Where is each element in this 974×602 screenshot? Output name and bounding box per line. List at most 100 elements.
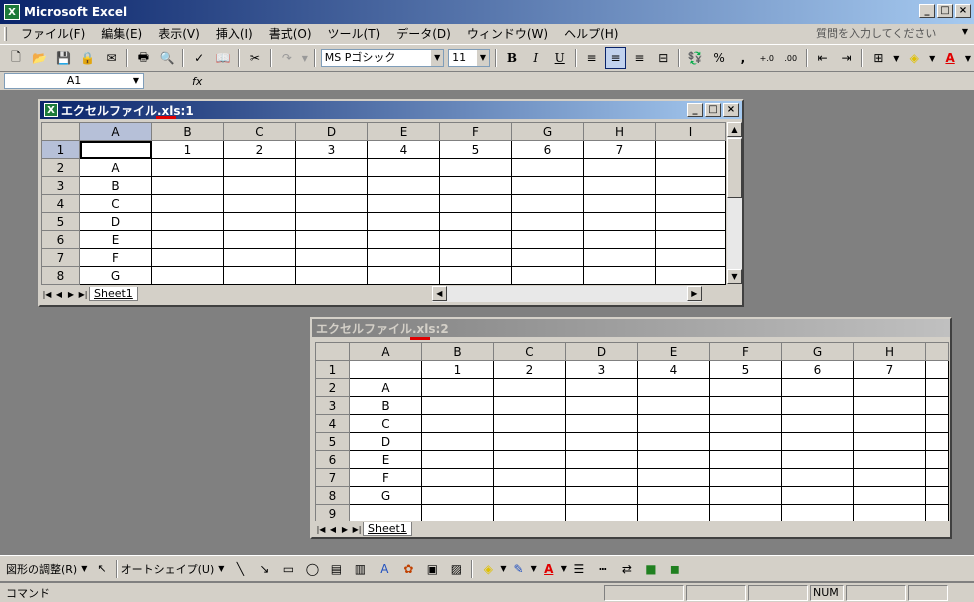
- row-header[interactable]: 3: [41, 176, 80, 195]
- scroll-left-icon[interactable]: ◀: [431, 286, 447, 301]
- column-header[interactable]: B: [421, 342, 494, 361]
- cell[interactable]: [79, 140, 152, 159]
- redo-dropdown-icon[interactable]: ▼: [300, 47, 310, 69]
- cell[interactable]: [781, 432, 854, 451]
- scroll-up-icon[interactable]: ▲: [727, 122, 742, 137]
- open-icon[interactable]: 📂: [29, 47, 51, 69]
- maximize-button[interactable]: □: [705, 103, 721, 117]
- cell[interactable]: F: [349, 468, 422, 487]
- next-sheet-icon[interactable]: ▶: [339, 525, 351, 534]
- cell[interactable]: 5: [709, 360, 782, 379]
- cell[interactable]: [583, 248, 656, 267]
- minimize-button[interactable]: _: [687, 103, 703, 117]
- cell[interactable]: [493, 450, 566, 469]
- cell[interactable]: [421, 450, 494, 469]
- cell[interactable]: [223, 212, 296, 231]
- cell[interactable]: [511, 230, 584, 249]
- cell[interactable]: [583, 194, 656, 213]
- cell[interactable]: [421, 504, 494, 523]
- chevron-down-icon[interactable]: ▼: [81, 564, 87, 573]
- cell[interactable]: [781, 486, 854, 505]
- cell[interactable]: [493, 378, 566, 397]
- picture-icon[interactable]: ▨: [445, 558, 467, 580]
- cell[interactable]: [421, 486, 494, 505]
- cell[interactable]: D: [349, 432, 422, 451]
- cell[interactable]: [439, 176, 512, 195]
- cell[interactable]: C: [79, 194, 152, 213]
- cell[interactable]: [151, 176, 224, 195]
- row-header[interactable]: 1: [315, 360, 350, 379]
- spelling-icon[interactable]: ✓: [188, 47, 210, 69]
- cell[interactable]: [655, 158, 726, 177]
- cell[interactable]: [853, 378, 926, 397]
- cell[interactable]: [709, 486, 782, 505]
- row-header[interactable]: 1: [41, 140, 80, 159]
- cell[interactable]: [781, 504, 854, 523]
- cell[interactable]: [421, 432, 494, 451]
- line-icon[interactable]: ╲: [229, 558, 251, 580]
- wordart-icon[interactable]: A: [373, 558, 395, 580]
- cell[interactable]: [565, 414, 638, 433]
- cell[interactable]: [493, 468, 566, 487]
- redo-icon[interactable]: ↷: [276, 47, 298, 69]
- cell[interactable]: [511, 194, 584, 213]
- cell[interactable]: [367, 230, 440, 249]
- last-sheet-icon[interactable]: ▶|: [351, 525, 363, 534]
- cell[interactable]: 4: [367, 140, 440, 159]
- dash-style-icon[interactable]: ┅: [592, 558, 614, 580]
- column-header[interactable]: F: [709, 342, 782, 361]
- cell[interactable]: [709, 378, 782, 397]
- column-header[interactable]: C: [493, 342, 566, 361]
- cell[interactable]: [421, 378, 494, 397]
- cell[interactable]: [367, 212, 440, 231]
- cell[interactable]: D: [79, 212, 152, 231]
- underline-button[interactable]: U: [549, 47, 571, 69]
- sheet-tab[interactable]: Sheet1: [89, 287, 138, 301]
- cell[interactable]: [565, 378, 638, 397]
- chevron-down-icon[interactable]: ▼: [218, 564, 224, 573]
- column-header[interactable]: H: [583, 122, 656, 141]
- align-right-icon[interactable]: ≡: [628, 47, 650, 69]
- row-header[interactable]: 7: [41, 248, 80, 267]
- cell[interactable]: [223, 230, 296, 249]
- column-header[interactable]: E: [367, 122, 440, 141]
- cell[interactable]: [565, 468, 638, 487]
- cell[interactable]: [439, 248, 512, 267]
- percent-button[interactable]: %: [708, 47, 730, 69]
- diagram-icon[interactable]: ✿: [397, 558, 419, 580]
- cell[interactable]: [151, 194, 224, 213]
- cell[interactable]: [511, 248, 584, 267]
- cell[interactable]: [655, 140, 726, 159]
- chevron-down-icon[interactable]: ▼: [431, 50, 444, 66]
- cell[interactable]: [853, 450, 926, 469]
- menu-window[interactable]: ウィンドウ(W): [459, 25, 556, 43]
- italic-button[interactable]: I: [525, 47, 547, 69]
- menu-insert[interactable]: 挿入(I): [208, 25, 261, 43]
- spreadsheet-grid-2[interactable]: ABCDEFGH 112345672A3B4C5D6E7F8G9: [315, 342, 949, 523]
- workbook-1-title-bar[interactable]: X エクセルファイル.xls:1 _ □ ×: [40, 101, 742, 119]
- cell[interactable]: A: [79, 158, 152, 177]
- help-dropdown-icon[interactable]: ▼: [962, 27, 968, 36]
- cell[interactable]: [295, 158, 368, 177]
- align-left-icon[interactable]: ≡: [581, 47, 603, 69]
- row-header[interactable]: 6: [41, 230, 80, 249]
- cell[interactable]: 3: [295, 140, 368, 159]
- select-all-corner[interactable]: [315, 342, 350, 361]
- cell[interactable]: [511, 158, 584, 177]
- vertical-textbox-icon[interactable]: ▥: [349, 558, 371, 580]
- last-sheet-icon[interactable]: ▶|: [77, 290, 89, 299]
- cell[interactable]: 5: [439, 140, 512, 159]
- scroll-thumb[interactable]: [727, 138, 742, 198]
- select-all-corner[interactable]: [41, 122, 80, 141]
- column-header[interactable]: G: [781, 342, 854, 361]
- arrow-style-icon[interactable]: ⇄: [616, 558, 638, 580]
- menu-grip[interactable]: [4, 27, 7, 41]
- next-sheet-icon[interactable]: ▶: [65, 290, 77, 299]
- sheet-tab[interactable]: Sheet1: [363, 522, 412, 536]
- cell[interactable]: [637, 414, 710, 433]
- cell[interactable]: [709, 450, 782, 469]
- menu-file[interactable]: ファイル(F): [13, 25, 93, 43]
- cell[interactable]: A: [349, 378, 422, 397]
- cell[interactable]: [709, 414, 782, 433]
- cell[interactable]: [637, 468, 710, 487]
